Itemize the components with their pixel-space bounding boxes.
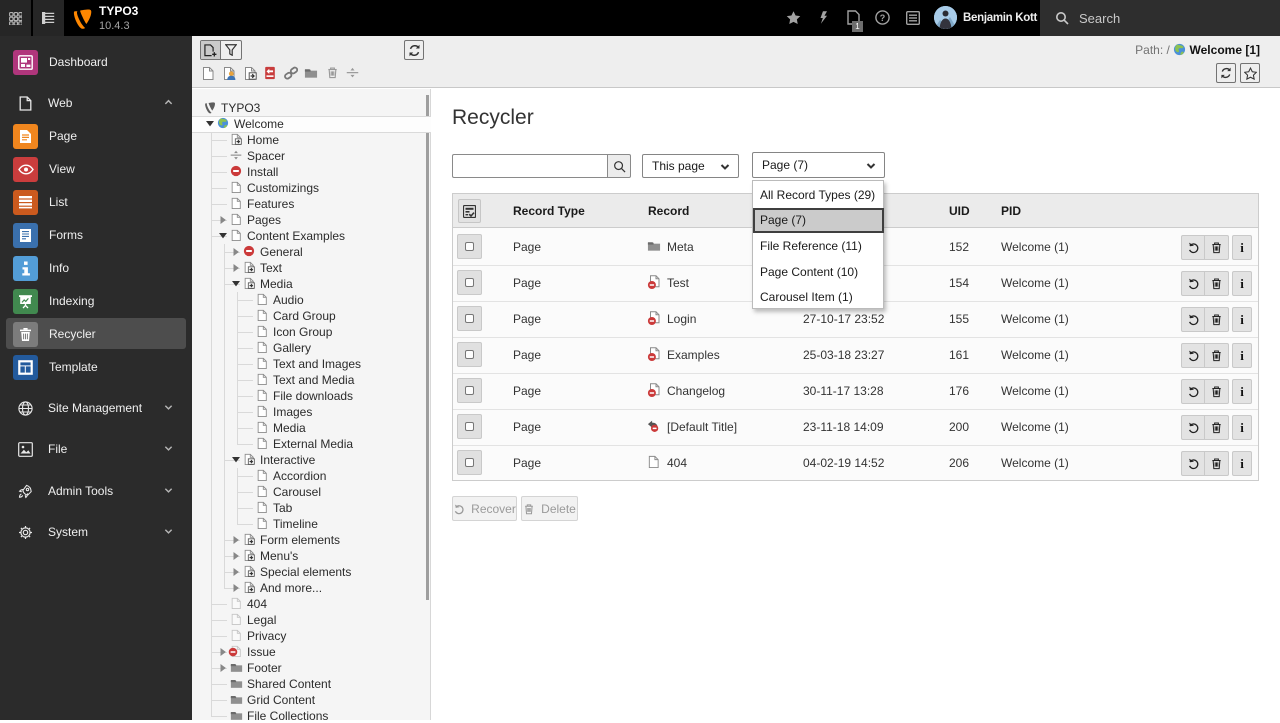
svg-text:?: ? bbox=[880, 13, 886, 23]
